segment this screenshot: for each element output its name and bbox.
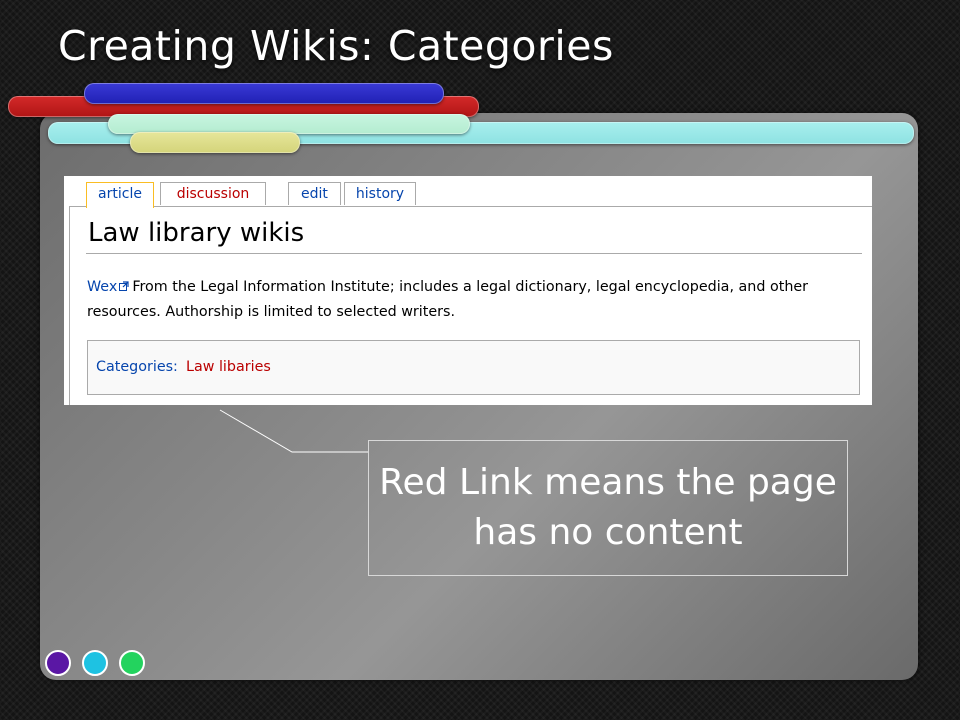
cyan-dot — [82, 650, 108, 676]
category-red-link[interactable]: Law libaries — [186, 359, 271, 375]
tab-history[interactable]: history — [344, 182, 416, 205]
tab-article[interactable]: article — [86, 182, 154, 208]
external-link-icon[interactable] — [119, 275, 129, 291]
wiki-page-screenshot: article discussion edit history Law libr… — [64, 176, 872, 405]
tab-edit[interactable]: edit — [288, 182, 341, 205]
decorative-bar-mint — [108, 114, 470, 134]
wiki-paragraph: Wex From the Legal Information Institute;… — [87, 275, 857, 325]
categories-box: Categories: Law libaries — [87, 340, 860, 395]
decorative-bar-blue — [84, 83, 444, 104]
wiki-paragraph-text: From the Legal Information Institute; in… — [87, 279, 809, 320]
wex-link[interactable]: Wex — [87, 279, 117, 295]
green-dot — [119, 650, 145, 676]
categories-label-link[interactable]: Categories: — [96, 359, 178, 375]
callout-text: Red Link means the page has no content — [379, 462, 837, 553]
purple-dot — [45, 650, 71, 676]
callout-box: Red Link means the page has no content — [368, 440, 848, 576]
heading-divider — [86, 253, 862, 254]
tab-discussion[interactable]: discussion — [160, 182, 266, 205]
slide-title: Creating Wikis: Categories — [58, 22, 614, 70]
decorative-bar-yellow — [130, 132, 300, 153]
page-heading: Law library wikis — [88, 218, 305, 248]
